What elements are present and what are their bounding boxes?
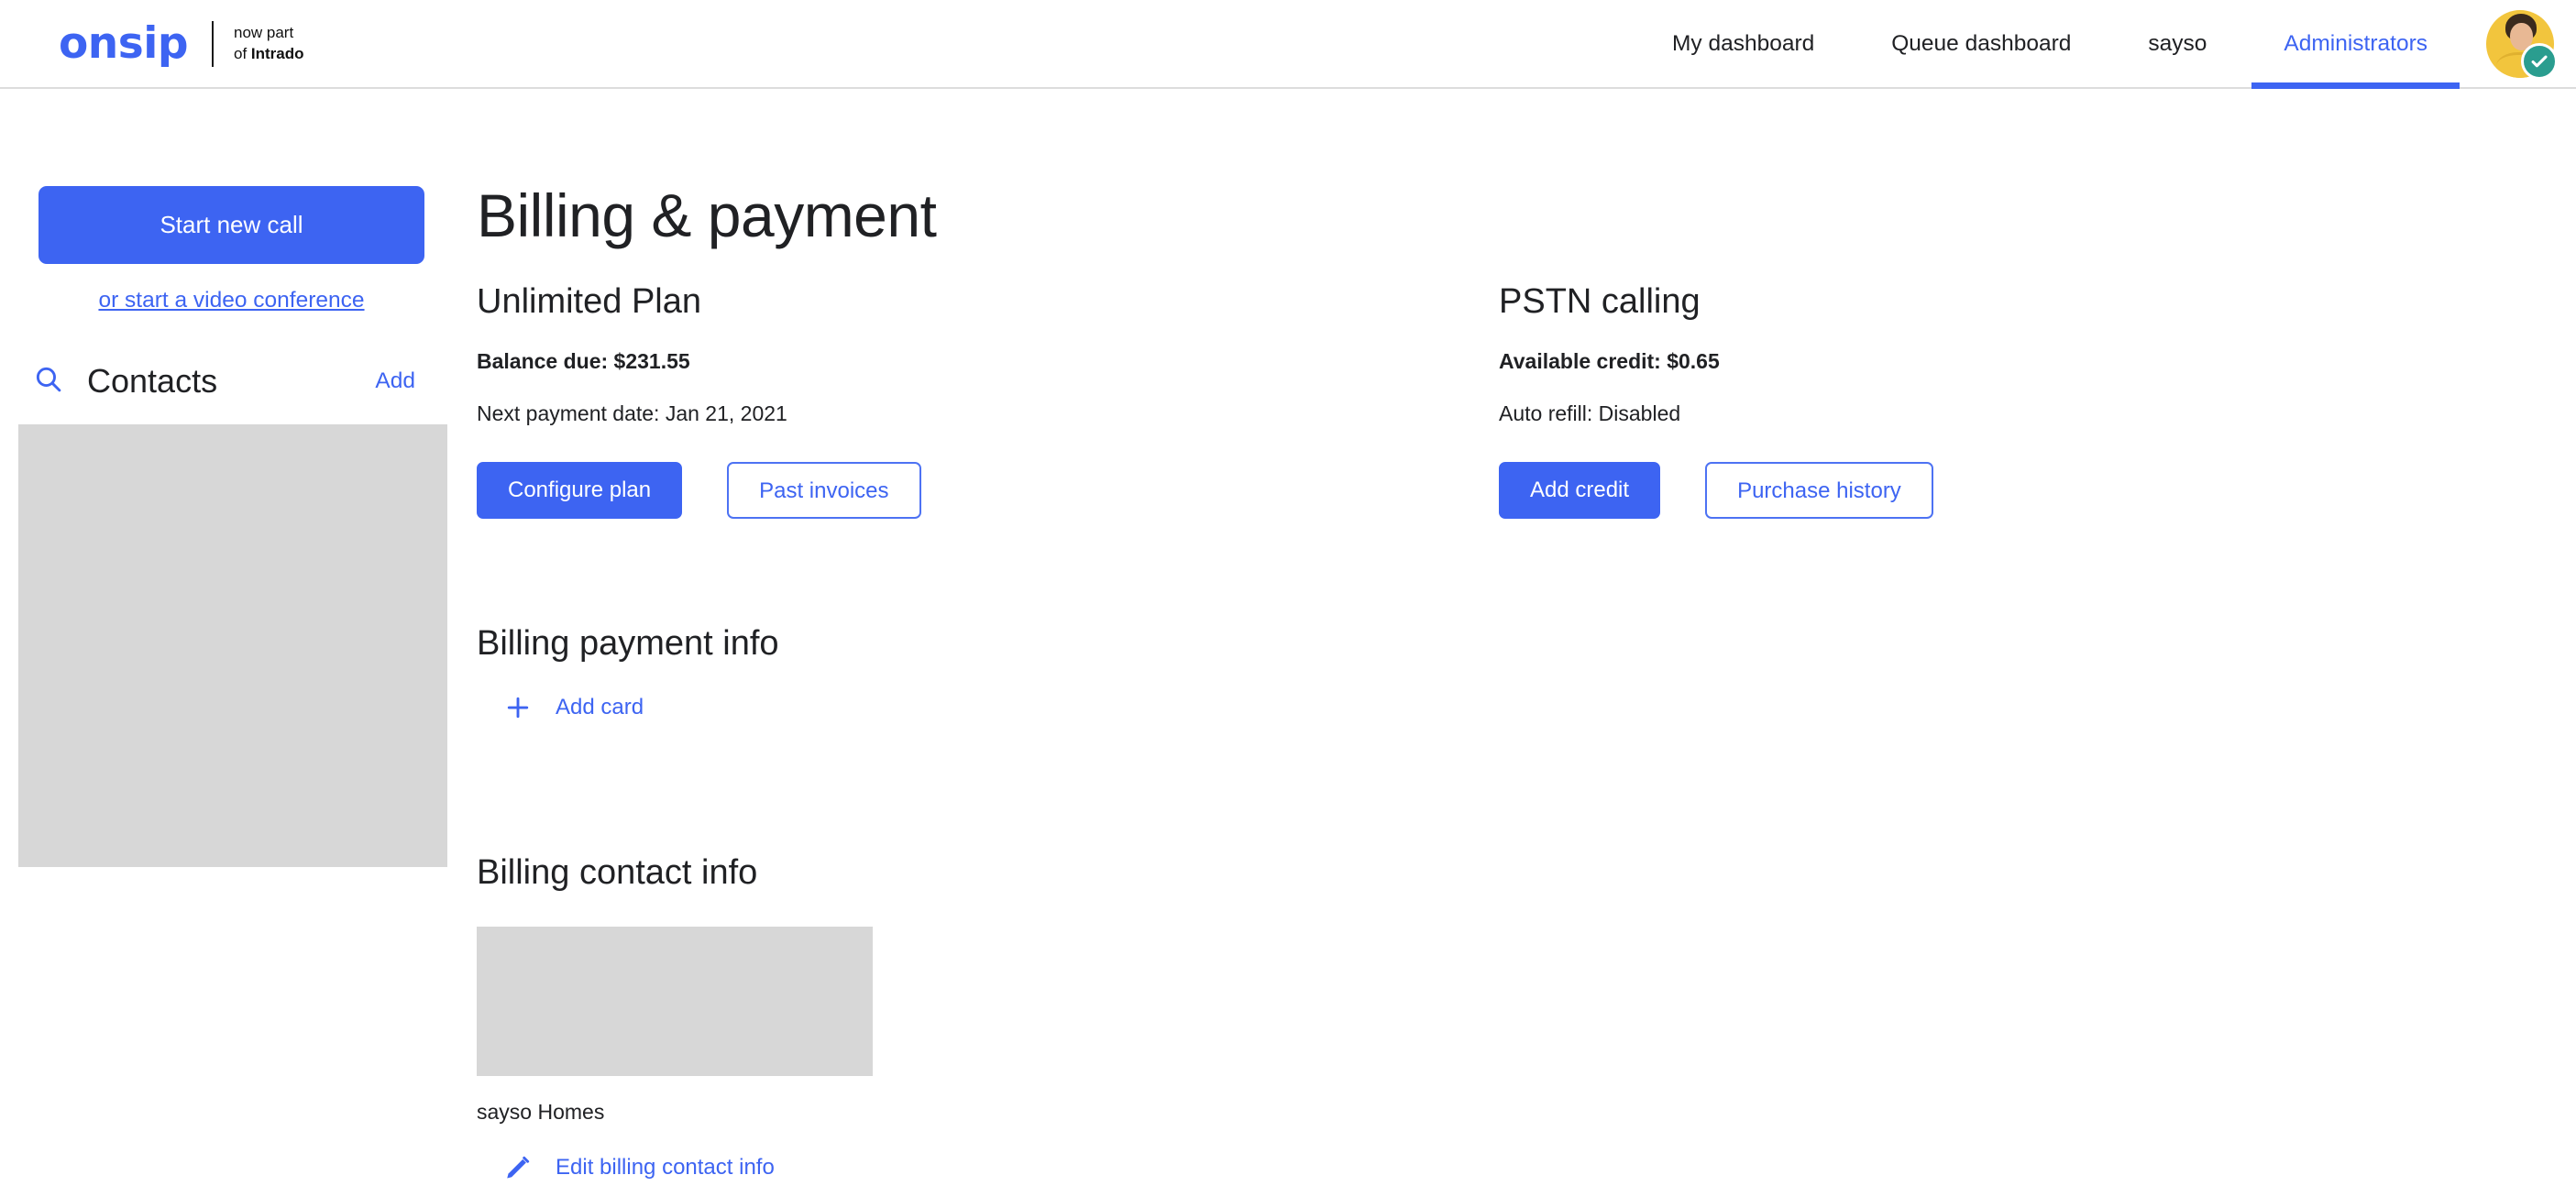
left-sidebar: Start new call or start a video conferen… xyxy=(0,89,463,867)
main-content: Billing & payment Unlimited Plan Balance… xyxy=(463,89,2576,1186)
add-credit-button[interactable]: Add credit xyxy=(1499,462,1661,520)
add-card-label: Add card xyxy=(556,694,644,719)
billing-payment-info-heading: Billing payment info xyxy=(477,624,779,664)
brand-logo[interactable]: onsip now part of Intrado xyxy=(59,0,304,87)
add-card-link[interactable]: Add card xyxy=(502,694,644,721)
search-icon[interactable] xyxy=(33,364,63,399)
onsip-wordmark: onsip xyxy=(59,18,188,69)
unlimited-plan-heading: Unlimited Plan xyxy=(477,282,701,322)
start-new-call-button[interactable]: Start new call xyxy=(39,186,424,264)
available-credit-text: Available credit: $0.65 xyxy=(1499,348,1720,373)
billing-contact-info-section: Billing contact info sayso Homes Edit bi… xyxy=(477,853,2576,1186)
next-payment-date-text: Next payment date: Jan 21, 2021 xyxy=(477,401,787,425)
edit-billing-contact-label: Edit billing contact info xyxy=(556,1155,775,1181)
pencil-icon xyxy=(502,1154,534,1181)
configure-plan-button[interactable]: Configure plan xyxy=(477,462,683,520)
tagline-brand: Intrado xyxy=(250,44,304,62)
contacts-title: Contacts xyxy=(87,362,218,400)
edit-billing-contact-info-link[interactable]: Edit billing contact info xyxy=(502,1154,775,1181)
plan-and-pstn-row: Unlimited Plan Balance due: $231.55 Next… xyxy=(477,282,2576,520)
nav-item-administrators[interactable]: Administrators xyxy=(2245,0,2466,89)
pstn-calling-section: PSTN calling Available credit: $0.65 Aut… xyxy=(1499,282,2576,520)
nav-label: sayso xyxy=(2148,30,2207,56)
logo-divider xyxy=(211,20,214,67)
nav-item-sayso[interactable]: sayso xyxy=(2109,0,2245,87)
unlimited-plan-section: Unlimited Plan Balance due: $231.55 Next… xyxy=(477,282,1499,520)
purchase-history-button[interactable]: Purchase history xyxy=(1705,462,1933,520)
contacts-header: Contacts Add xyxy=(0,364,463,399)
page-title: Billing & payment xyxy=(477,181,937,249)
plan-actions: Configure plan Past invoices xyxy=(477,462,1499,520)
billing-payment-info-section: Billing payment info Add card xyxy=(477,624,2576,726)
pstn-calling-heading: PSTN calling xyxy=(1499,282,1701,322)
nav-label: Queue dashboard xyxy=(1891,30,2072,56)
logo-tagline: now part of Intrado xyxy=(234,23,304,64)
contacts-list-placeholder[interactable] xyxy=(18,424,447,867)
nav-label: Administrators xyxy=(2284,30,2427,56)
primary-navigation: My dashboard Queue dashboard sayso Admin… xyxy=(1634,0,2466,89)
nav-item-my-dashboard[interactable]: My dashboard xyxy=(1634,0,1853,87)
billing-contact-name: sayso Homes xyxy=(477,1099,605,1124)
nav-label: My dashboard xyxy=(1671,30,1815,56)
add-contact-link[interactable]: Add xyxy=(375,368,415,394)
tagline-line-1: now part xyxy=(233,24,294,42)
billing-contact-info-heading: Billing contact info xyxy=(477,852,758,892)
balance-due-text: Balance due: $231.55 xyxy=(477,348,690,373)
check-badge-icon xyxy=(2521,42,2558,80)
top-header-bar: onsip now part of Intrado My dashboard Q… xyxy=(0,0,2576,89)
page-body: Start new call or start a video conferen… xyxy=(0,89,2576,1186)
pstn-actions: Add credit Purchase history xyxy=(1499,462,2576,520)
nav-item-queue-dashboard[interactable]: Queue dashboard xyxy=(1853,0,2109,87)
avatar[interactable] xyxy=(2486,9,2558,80)
auto-refill-text: Auto refill: Disabled xyxy=(1499,401,1681,425)
tagline-line-2-prefix: of xyxy=(233,44,251,62)
plus-icon xyxy=(502,694,534,721)
start-video-conference-link[interactable]: or start a video conference xyxy=(0,288,463,313)
billing-contact-placeholder xyxy=(477,926,873,1076)
past-invoices-button[interactable]: Past invoices xyxy=(727,462,921,520)
